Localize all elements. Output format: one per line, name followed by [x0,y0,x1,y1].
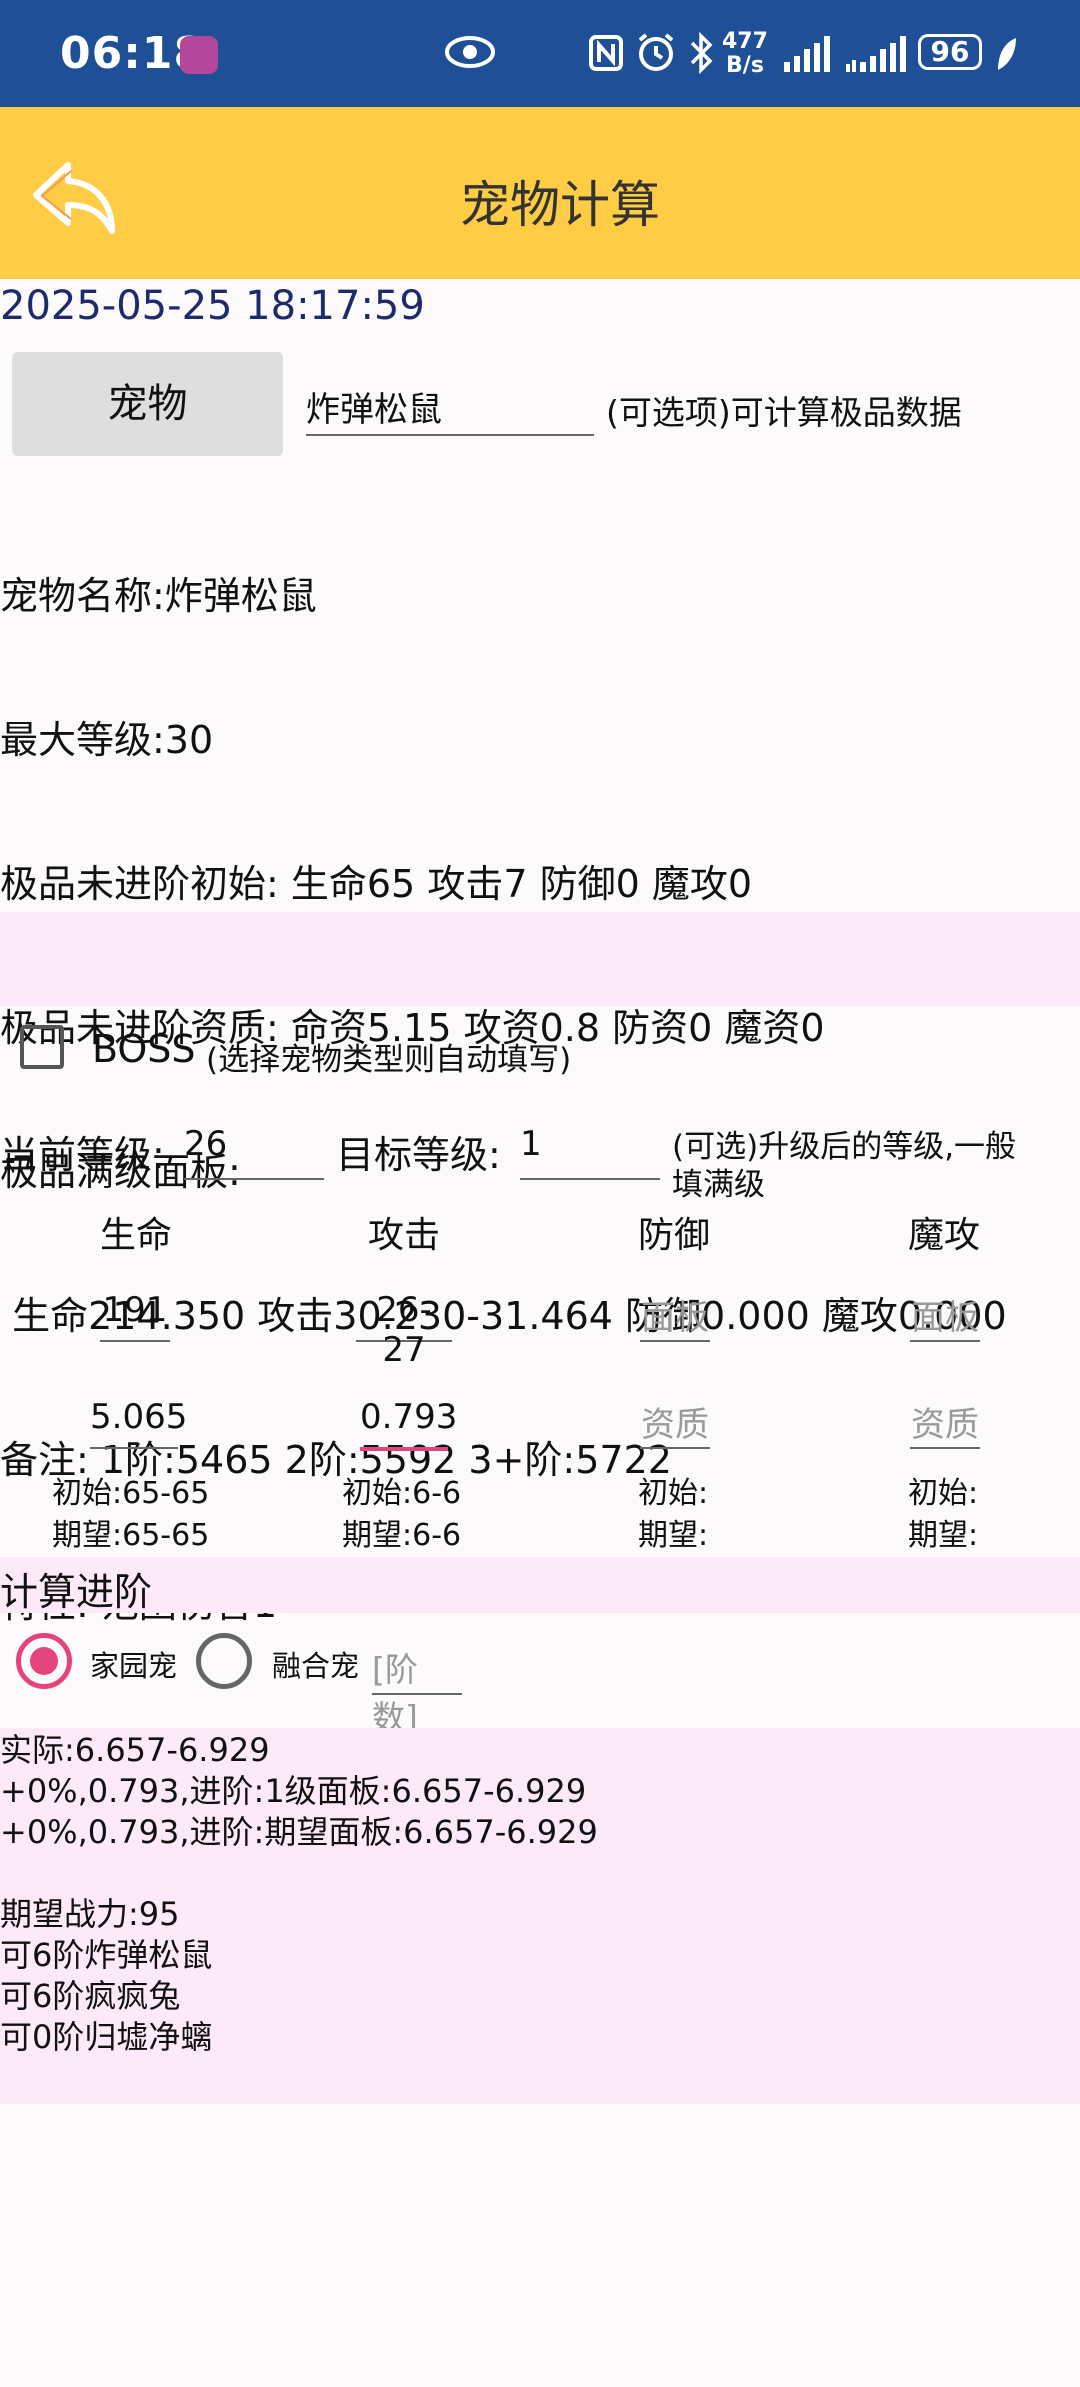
target-level-hint-line1: (可选)升级后的等级,一般 [672,1129,1017,1165]
status-bar: 06:18 477 B/s 96 [0,0,1080,107]
target-level-hint-line2: 填满级 [672,1167,765,1203]
hp-expected: 期望:65-65 [52,1518,210,1553]
stat-name-hp: 生命 [99,1215,172,1256]
magic-aptitude-placeholder: 资质 [911,1405,979,1445]
pet-name-line: 宠物名称:炸弹松鼠 [0,574,317,618]
boss-checkbox[interactable] [20,1025,64,1069]
magic-initial: 初始: [908,1476,979,1511]
net-speed: 477 B/s [722,30,768,78]
defense-initial: 初始: [638,1476,709,1511]
nfc-icon [589,35,623,71]
current-level-input[interactable]: 26 [184,1124,324,1180]
defense-expected: 期望: [638,1518,709,1553]
hp-aptitude-value: 5.065 [90,1397,188,1437]
hp-aptitude-input[interactable]: 5.065 [90,1397,187,1449]
attack-panel-value: 26-27 [376,1290,432,1370]
defense-aptitude-placeholder: 资质 [641,1405,709,1445]
defense-initial-expected: 初始: 期望: [638,1473,708,1557]
attack-aptitude-value: 0.793 [360,1397,458,1437]
max-level-line: 最大等级:30 [0,718,214,762]
signal-icon-2 [846,36,906,72]
hp-initial: 初始:65-65 [52,1476,210,1511]
net-speed-unit: B/s [726,53,764,78]
magic-aptitude-input[interactable]: 资质 [910,1397,980,1449]
stat-name-magic: 魔攻 [907,1215,980,1256]
battery-indicator: 96 [918,34,982,70]
hp-initial-expected: 初始:65-65 期望:65-65 [52,1473,209,1557]
timestamp: 2025-05-25 18:17:59 [0,283,425,329]
hp-panel-input[interactable]: 191 [100,1290,170,1342]
attack-initial-expected: 初始:6-6 期望:6-6 [342,1473,461,1557]
defense-panel-placeholder: 面板 [641,1298,709,1338]
target-level-value: 1 [520,1124,542,1164]
defense-aptitude-input[interactable]: 资质 [640,1397,710,1449]
current-level-value: 26 [184,1124,228,1164]
pet-button[interactable]: 宠物 [12,352,283,456]
bluetooth-icon [690,32,713,74]
magic-panel-input[interactable]: 面板 [910,1290,980,1342]
attack-aptitude-input[interactable]: 0.793 [360,1397,457,1451]
current-level-label: 当前等级: [0,1133,165,1177]
fusion-pet-label[interactable]: 融合宠 [272,1643,359,1685]
advance-title: 计算进阶 [0,1570,153,1614]
stat-name-attack: 攻击 [367,1215,440,1256]
target-level-input[interactable]: 1 [520,1124,660,1180]
home-pet-radio[interactable] [16,1633,72,1689]
defense-panel-input[interactable]: 面板 [640,1290,710,1342]
pet-input-hint: (可选项)可计算极品数据 [606,393,962,432]
magic-initial-expected: 初始: 期望: [908,1473,978,1557]
alarm-icon [638,33,674,71]
target-level-hint: (可选)升级后的等级,一般 填满级 [672,1128,1016,1204]
magic-expected: 期望: [908,1518,979,1553]
attack-panel-input[interactable]: 26-27 [356,1290,452,1370]
signal-icon [784,36,830,72]
net-speed-value: 477 [722,29,768,54]
home-pet-label[interactable]: 家园宠 [90,1643,177,1685]
target-level-label: 目标等级: [336,1133,501,1177]
advance-header: 计算进阶 [0,1557,1080,1614]
result-text: 实际:6.657-6.929 +0%,0.793,进阶:1级面板:6.657-6… [0,1731,598,2056]
base-stats-line: 极品未进阶初始: 生命65 攻击7 防御0 魔攻0 [0,862,753,906]
fusion-pet-radio[interactable] [196,1633,252,1689]
leaf-icon [998,38,1016,70]
tier-placeholder: [阶数] [372,1650,418,1737]
app-notification-icon [180,36,218,74]
pet-name-value: 炸弹松鼠 [306,390,442,430]
attack-initial: 初始:6-6 [342,1476,462,1511]
magic-panel-placeholder: 面板 [911,1298,979,1338]
app-bar: 宠物计算 [0,107,1080,279]
pet-name-input[interactable]: 炸弹松鼠 [306,382,594,436]
hp-panel-value: 191 [102,1290,168,1330]
eye-icon [445,36,495,68]
divider-band [0,912,1080,1006]
page-title: 宠物计算 [460,176,660,234]
tier-input[interactable]: [阶数] [372,1643,462,1737]
stat-name-defense: 防御 [637,1215,710,1256]
boss-label[interactable]: BOSS [92,1027,196,1071]
attack-expected: 期望:6-6 [342,1518,462,1553]
boss-hint: (选择宠物类型则自动填写) [206,1042,572,1078]
